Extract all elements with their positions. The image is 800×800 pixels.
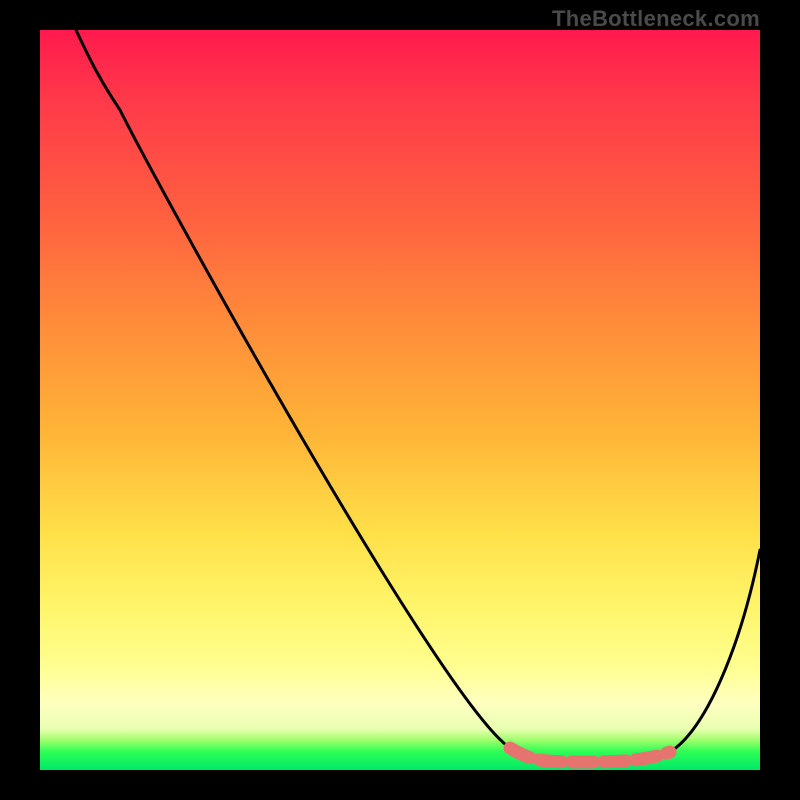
curve-layer bbox=[40, 30, 760, 770]
optimal-band bbox=[510, 748, 670, 762]
watermark-text: TheBottleneck.com bbox=[552, 6, 760, 32]
plot-area bbox=[40, 30, 760, 770]
bottleneck-curve bbox=[76, 30, 760, 762]
chart-frame: TheBottleneck.com bbox=[0, 0, 800, 800]
